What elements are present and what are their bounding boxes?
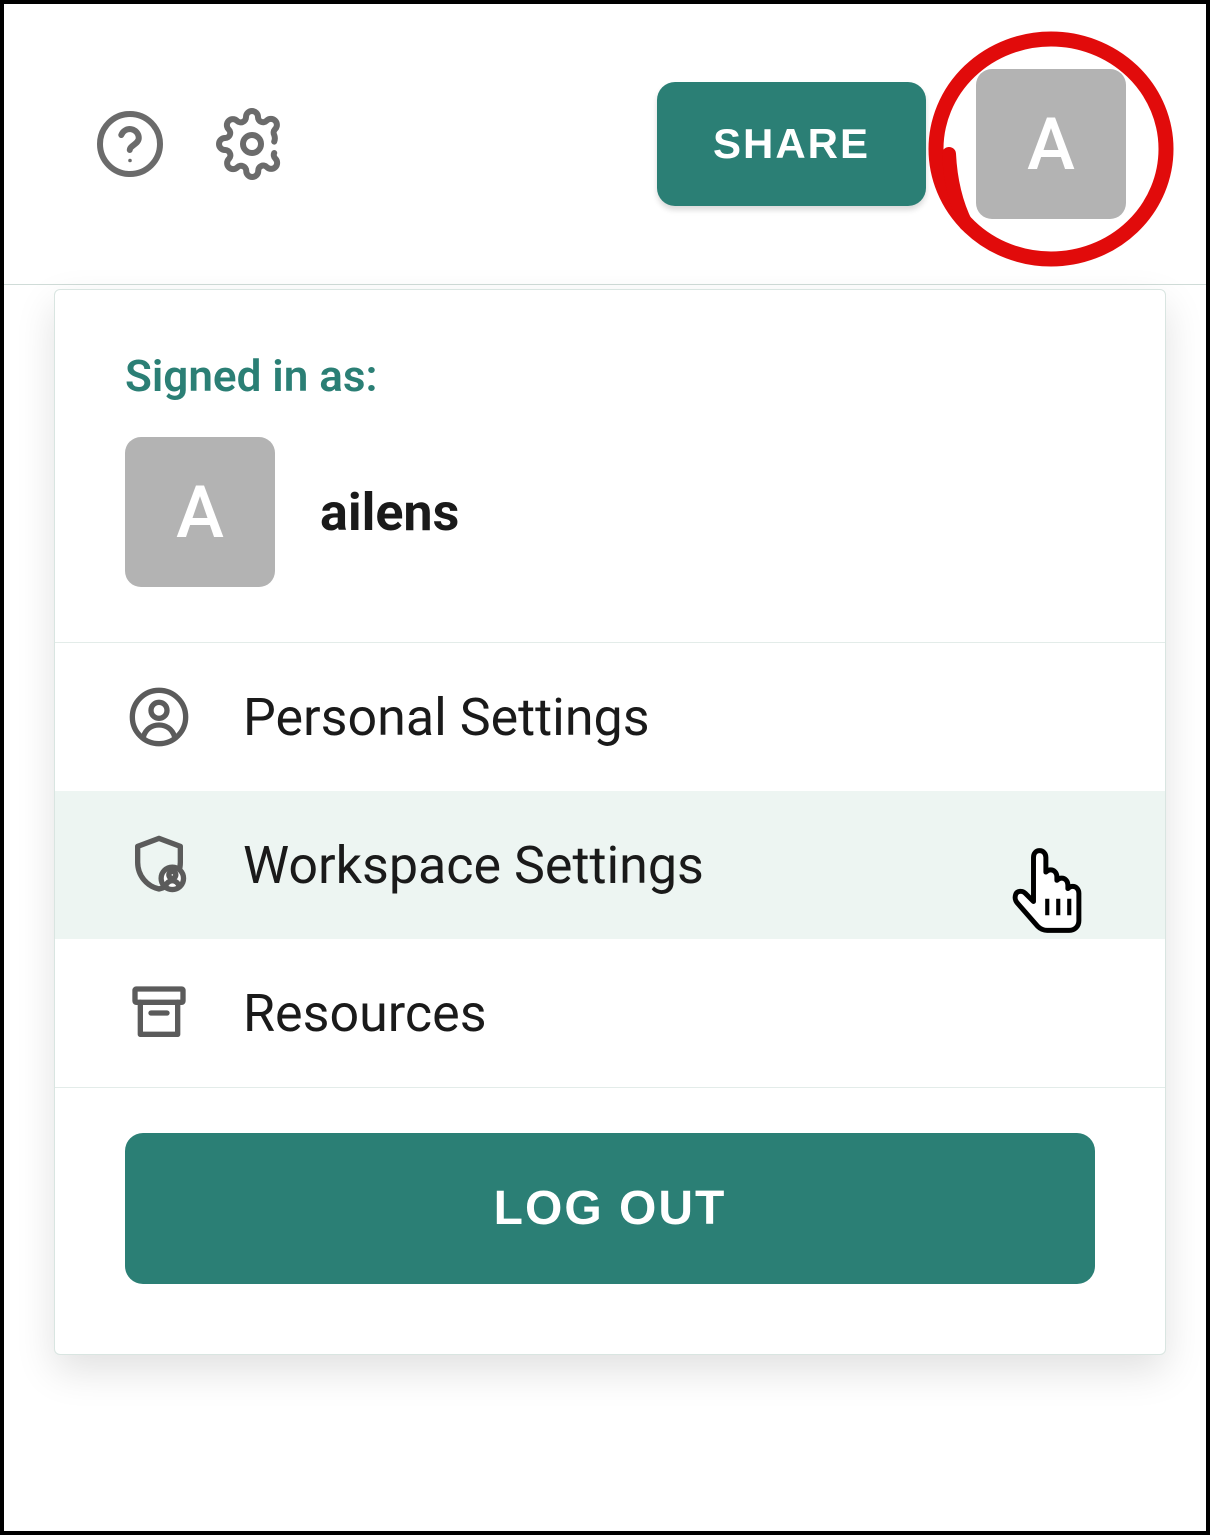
menu-item-workspace-settings[interactable]: Workspace Settings: [55, 791, 1165, 939]
user-row: A ailens: [125, 437, 1095, 587]
cursor-pointer-icon: [995, 841, 1105, 951]
dropdown-footer: LOG OUT: [55, 1087, 1165, 1354]
toolbar: SHARE A: [4, 4, 1206, 285]
menu-item-resources[interactable]: Resources: [55, 939, 1165, 1087]
menu-item-label: Workspace Settings: [243, 835, 704, 896]
logout-button[interactable]: LOG OUT: [125, 1133, 1095, 1284]
signed-in-label: Signed in as:: [125, 350, 1095, 402]
menu-item-personal-settings[interactable]: Personal Settings: [55, 643, 1165, 791]
shield-user-icon: [125, 831, 193, 899]
menu-list: Personal Settings Workspace Settings: [55, 643, 1165, 1087]
menu-item-label: Resources: [243, 983, 487, 1044]
help-icon[interactable]: [94, 108, 166, 180]
gear-icon[interactable]: [216, 108, 288, 180]
username: ailens: [320, 482, 459, 543]
user-dropdown: Signed in as: A ailens Personal Settings: [54, 289, 1166, 1355]
menu-item-label: Personal Settings: [243, 687, 650, 748]
share-button[interactable]: SHARE: [657, 82, 926, 206]
user-circle-icon: [125, 683, 193, 751]
avatar: A: [125, 437, 275, 587]
avatar-button[interactable]: A: [976, 69, 1126, 219]
archive-icon: [125, 979, 193, 1047]
dropdown-header: Signed in as: A ailens: [55, 290, 1165, 643]
